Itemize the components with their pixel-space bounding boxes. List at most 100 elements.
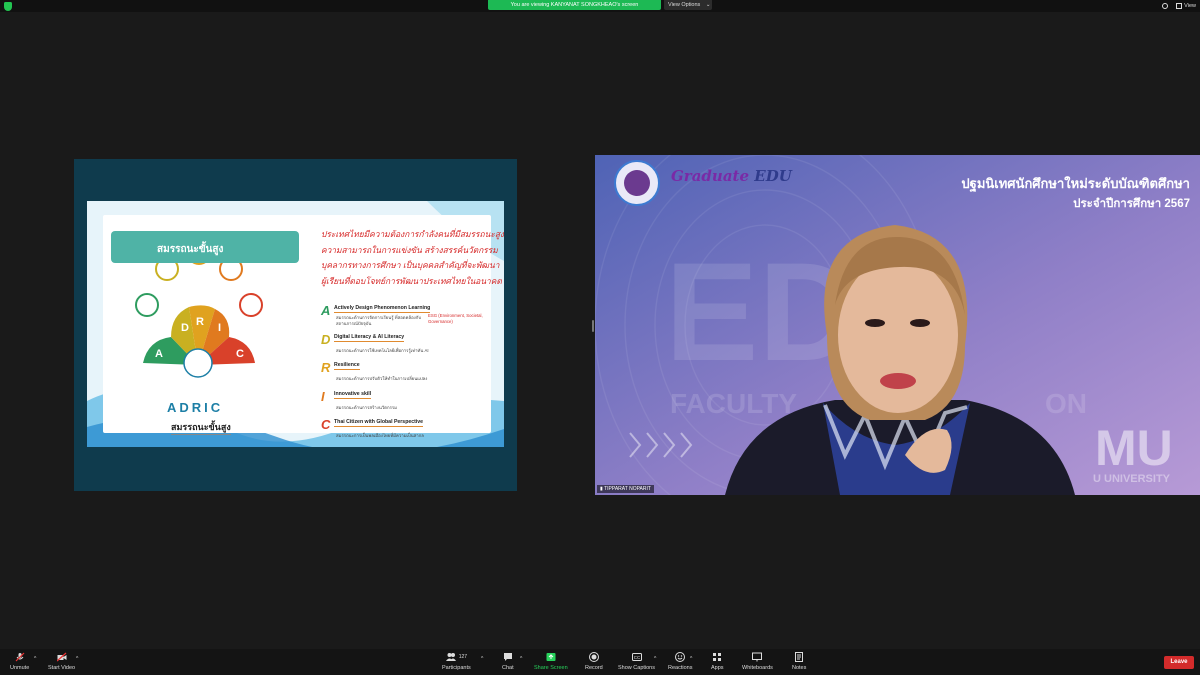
security-shield-icon[interactable]: [4, 2, 12, 11]
adric-wheel-graphic: A D R I C: [135, 245, 263, 378]
apps-button[interactable]: Apps: [711, 652, 724, 671]
wheel-letter-d: D: [181, 322, 189, 334]
apps-label: Apps: [711, 665, 724, 671]
reactions-button[interactable]: Reactions: [668, 652, 692, 671]
show-captions-label: Show Captions: [618, 665, 655, 671]
whiteboard-icon: [752, 652, 763, 662]
adric-logo-text: ADRIC: [167, 400, 224, 415]
chat-button[interactable]: Chat: [502, 652, 514, 671]
wheel-letter-a: A: [155, 348, 163, 360]
start-video-label: Start Video: [48, 665, 76, 671]
notes-icon: [795, 652, 804, 662]
record-button[interactable]: Record: [585, 652, 603, 671]
participants-caret-icon[interactable]: ^: [481, 656, 483, 662]
participants-icon: [445, 653, 456, 661]
shared-screen: A D R I C สมรรถนะขั้นสูง ADRIC สมรรถนะขั…: [74, 159, 517, 491]
edu-logo-text: EDU: [754, 167, 792, 185]
adric-title: Thai Citizen with Global Perspective: [334, 419, 424, 427]
speaker-video-tile[interactable]: EDU FACULTY ON MU U UNIVERSITY Graduate …: [595, 155, 1200, 495]
grid-icon: [1176, 3, 1183, 9]
chevron-down-icon: ⌄: [705, 2, 711, 8]
reactions-caret-icon[interactable]: ^: [690, 656, 692, 662]
share-screen-button[interactable]: Share Screen: [534, 652, 568, 671]
adric-letter: I: [321, 388, 325, 404]
screen-share-banner: You are viewing KANYANAT SONGKHEAO's scr…: [488, 0, 661, 10]
adric-list: A Actively Design Phenomenon Learning สม…: [321, 303, 504, 446]
share-screen-label: Share Screen: [534, 665, 568, 671]
reactions-label: Reactions: [668, 665, 693, 671]
slide-content-card: A D R I C สมรรถนะขั้นสูง ADRIC สมรรถนะขั…: [103, 215, 504, 438]
svg-text:CC: CC: [633, 655, 640, 660]
apps-icon: [713, 653, 722, 661]
participants-button[interactable]: 127 Participants: [442, 652, 471, 671]
signal-icon: ▮: [600, 486, 603, 492]
participant-name: TIPPARAT NOPARIT: [604, 486, 651, 492]
whiteboards-label: Whiteboards: [742, 665, 773, 671]
participants-count: 127: [458, 654, 468, 660]
video-subtitle: ประจำปีการศึกษา 2567: [1073, 198, 1190, 210]
wheel-letter-c: C: [236, 348, 244, 360]
audio-options-caret-icon[interactable]: ^: [34, 656, 36, 662]
notes-button[interactable]: Notes: [792, 652, 806, 671]
top-bar: You are viewing KANYANAT SONGKHEAO's scr…: [0, 0, 1200, 12]
graduate-edu-logo: Graduate EDU: [671, 167, 792, 185]
bg-mu-text: MU: [1095, 420, 1173, 476]
adric-subtitle: สมรรถนะด้านการสร้างนวัตกรรม: [336, 404, 398, 410]
reactions-icon: [675, 652, 686, 662]
adric-letter: D: [321, 331, 331, 347]
paragraph-line: ผู้เรียนที่ตอบโจทย์การพัฒนาประเทศไทยในอน…: [321, 275, 502, 286]
captions-icon: CC: [631, 653, 642, 661]
chat-label: Chat: [502, 665, 514, 671]
zoom-meeting-window: You are viewing KANYANAT SONGKHEAO's scr…: [0, 0, 1200, 675]
wheel-letter-i: I: [218, 322, 221, 334]
microphone-muted-icon: [15, 652, 25, 662]
record-icon: [588, 652, 599, 662]
participant-name-tag: ▮ TIPPARAT NOPARIT: [597, 485, 654, 493]
adric-title: Digital Literacy & AI Literacy: [334, 333, 405, 342]
unmute-button[interactable]: Unmute: [10, 652, 29, 671]
whiteboards-button[interactable]: Whiteboards: [742, 652, 773, 671]
meeting-toolbar: Unmute ^ Start Video ^ 127 Participants …: [0, 649, 1200, 675]
bg-faculty-text: FACULTY: [670, 388, 797, 419]
view-button[interactable]: View: [1176, 3, 1196, 9]
adric-title: Resilience: [334, 362, 360, 370]
start-video-button[interactable]: Start Video: [48, 652, 75, 671]
university-seal-logo: [614, 160, 660, 206]
profile-icon[interactable]: [1162, 3, 1169, 9]
adric-subtitle: สมรรถนะด้านการใช้เทคโนโลยีเพื่อการรู้เท่…: [336, 347, 429, 353]
paragraph-line: ประเทศไทยมีความต้องการกำลังคนที่มีสมรรถน…: [321, 229, 504, 239]
wheel-letter-r: R: [196, 316, 204, 328]
adric-subtitle: สมรรถนะด้านการปรับตัวให้ทำในการเปลี่ยนแป…: [336, 376, 428, 381]
graduate-logo-text: Graduate: [671, 167, 750, 185]
network-icon: [183, 348, 213, 378]
chat-caret-icon[interactable]: ^: [520, 656, 522, 662]
show-captions-button[interactable]: CC Show Captions: [618, 652, 655, 671]
chat-icon: [503, 653, 512, 661]
adric-item-d: D Digital Literacy & AI Literacy สมรรถนะ…: [321, 332, 504, 361]
adric-title: Actively Design Phenomenon Learning: [334, 305, 431, 313]
adric-extra: ESG (Environment, Societal, Governance): [428, 313, 483, 324]
view-label: View: [1184, 3, 1196, 9]
adric-letter: C: [321, 417, 331, 432]
record-label: Record: [585, 665, 603, 671]
adric-item-i: I Innovative skill สมรรถนะด้านการสร้างนว…: [321, 389, 504, 418]
panel-resize-handle[interactable]: [592, 320, 594, 332]
view-options-button[interactable]: View Options ⌄: [664, 0, 712, 10]
adric-letter: R: [321, 360, 331, 375]
video-title: ปฐมนิเทศนักศึกษาใหม่ระดับบัณฑิตศึกษา: [961, 176, 1190, 191]
adric-logo-caption: สมรรถนะขั้นสูง: [171, 420, 231, 435]
bg-university-text: U UNIVERSITY: [1093, 473, 1171, 485]
adric-item-r: R Resilience สมรรถนะด้านการปรับตัวให้ทำใ…: [321, 360, 504, 389]
slide: A D R I C สมรรถนะขั้นสูง ADRIC สมรรถนะขั…: [87, 201, 504, 447]
bg-on-text: ON: [1045, 388, 1087, 419]
camera-off-icon: [56, 652, 67, 662]
captions-caret-icon[interactable]: ^: [654, 656, 656, 662]
paragraph-line: ความสามารถในการแข่งขัน สร้างสรรค์นวัตกรร…: [321, 244, 498, 255]
adric-letter: A: [321, 303, 331, 318]
video-options-caret-icon[interactable]: ^: [76, 656, 78, 662]
adric-subtitle: สมรรถนะด้านการจัดการเรียนรู้ ที่สอดคล้อง…: [336, 315, 422, 326]
adric-item-a: A Actively Design Phenomenon Learning สม…: [321, 303, 504, 332]
notes-label: Notes: [792, 665, 807, 671]
share-screen-icon: [546, 653, 556, 661]
leave-button[interactable]: Leave: [1164, 656, 1194, 669]
